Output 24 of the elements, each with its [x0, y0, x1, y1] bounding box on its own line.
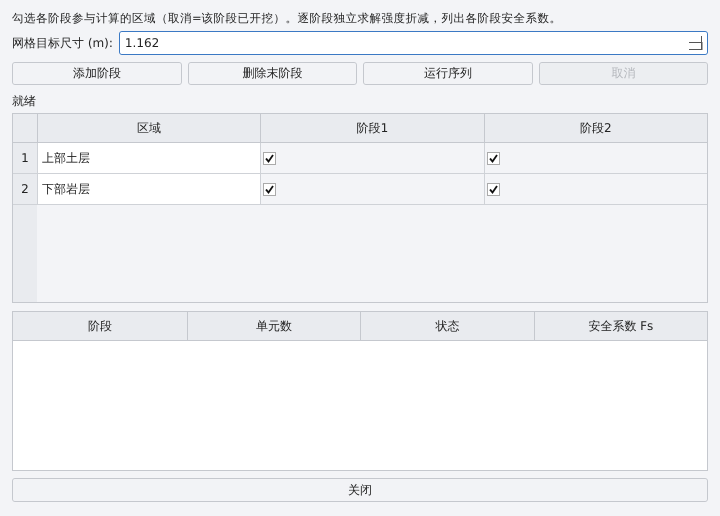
checkbox[interactable] [486, 152, 500, 164]
instructions-text: 勾选各阶段参与计算的区域（取消=该阶段已开挖）。逐阶段独立求解强度折减，列出各阶段安全系数。 [12, 10, 563, 27]
checkbox[interactable] [486, 182, 500, 196]
action-button[interactable]: 删除末阶段 [188, 62, 357, 85]
column-header[interactable]: 阶段2 [484, 114, 707, 142]
spin-icon[interactable] [689, 36, 703, 50]
table-cell: 上部土层 [37, 143, 260, 173]
action-button[interactable]: 添加阶段 [12, 62, 182, 85]
column-header[interactable]: 状态 [360, 312, 534, 340]
column-header[interactable]: 阶段1 [260, 114, 484, 142]
status-text: 就绪 [12, 93, 37, 110]
column-header[interactable]: 阶段 [13, 312, 186, 340]
close-button[interactable]: 关闭 [12, 478, 708, 502]
column-header[interactable]: 区域 [37, 114, 260, 142]
column-header[interactable]: 单元数 [186, 312, 360, 340]
mesh-size-label: 网格目标尺寸 (m): [12, 34, 113, 52]
row-number: 2 [13, 174, 37, 204]
checkbox[interactable] [263, 152, 276, 164]
mesh-size-field[interactable]: 1.162 [118, 31, 708, 55]
action-button[interactable]: 运行序列 [363, 62, 532, 85]
checkbox[interactable] [263, 182, 276, 196]
column-header[interactable]: 安全系数 Fs [534, 312, 707, 340]
table-cell: 下部岩层 [37, 174, 260, 204]
row-number: 1 [13, 143, 37, 173]
